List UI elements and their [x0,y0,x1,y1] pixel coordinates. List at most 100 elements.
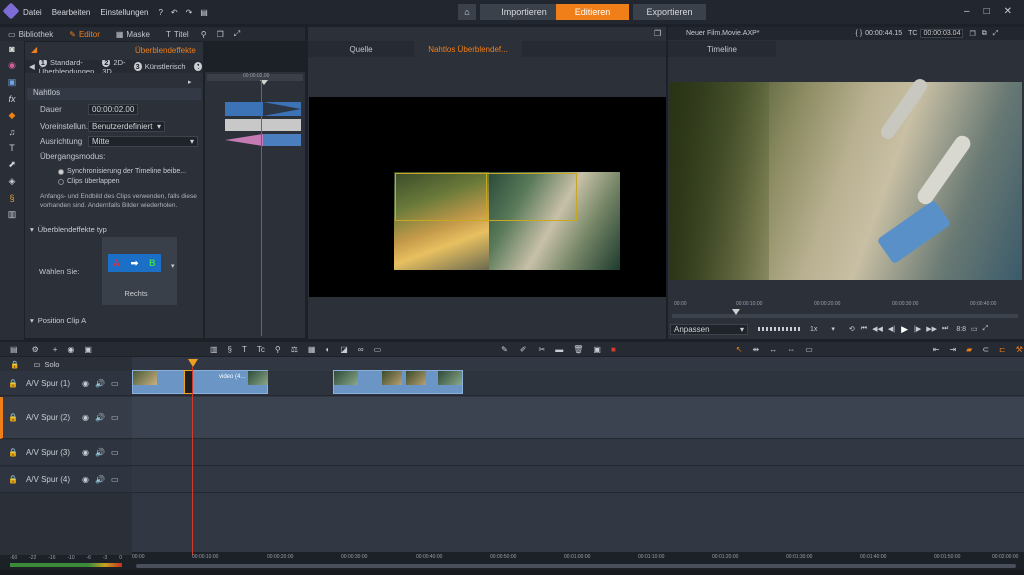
menu-settings[interactable]: Einstellungen [100,8,148,17]
menu-file[interactable]: Datei [23,8,42,17]
hammer-icon[interactable]: ⚒ [1016,345,1023,354]
lock-icon[interactable]: 🔒 [8,413,18,422]
add-track-icon[interactable]: + [53,345,58,354]
mode-option-overlap[interactable]: Clips überlappen [58,178,120,185]
align-select[interactable]: Mitte ▾ [88,136,198,147]
media-icon[interactable]: ◙ [9,44,14,54]
timeline-scrollbar[interactable] [136,564,1016,568]
snap-icon[interactable]: ▣ [593,345,601,354]
mode-option-sync[interactable]: Synchronisierung der Timeline beibe... [58,168,186,175]
step-back-icon[interactable]: ◀◀ [872,325,883,333]
pen-tool-icon[interactable]: ✎ [501,345,508,354]
clip-video-1[interactable] [132,370,192,394]
center-float-icon[interactable]: ❐ [654,29,661,38]
visible-icon[interactable]: ◉ [82,448,89,457]
ripple-icon[interactable]: ⇹ [753,345,760,354]
player-scrubber[interactable] [672,314,1018,318]
pencil-icon[interactable]: ✐ [520,345,527,354]
solo-icon[interactable]: ▭ [33,360,40,369]
clip-video-3[interactable] [333,370,463,394]
tab-library[interactable]: ▭ Bibliothek [0,27,61,41]
text-icon[interactable]: T [9,143,15,153]
import-button[interactable]: Importieren [480,4,568,20]
tc-field[interactable]: 00:00:03.04 [920,29,964,38]
slip-icon[interactable]: ↔ [769,345,777,354]
track-header-3[interactable]: 🔒 A/V Spur (3) ◉ 🔊 ▭ [0,440,132,466]
pin-icon[interactable]: ⚲ [201,30,207,39]
step-forward-icon[interactable]: ▶▶ [926,325,937,333]
marker-red-icon[interactable]: ■ [611,345,616,354]
float-icon[interactable]: ❐ [969,30,975,38]
grid-icon[interactable]: ▦ [308,345,316,354]
keyframe-playhead[interactable] [261,80,262,336]
keyframe-bar-preset[interactable] [225,119,301,131]
speaker-icon[interactable]: 🔊 [95,413,105,422]
marker-icon[interactable]: ◪ [340,345,348,354]
category-2[interactable]: 2 2D-3D [102,60,126,73]
maximize-icon[interactable]: □ [984,6,990,17]
filmstrip-icon[interactable]: ▥ [8,209,17,220]
speed-value[interactable]: 1x [810,326,817,333]
position-section-header[interactable]: ▾ Position Clip A [30,316,86,325]
audio-effect-icon[interactable]: § [228,345,232,354]
color-correct-icon[interactable]: ◐ [325,345,330,354]
lock-icon[interactable]: 🔒 [8,448,18,457]
caption-icon[interactable]: ▭ [374,345,382,354]
zoom-fit-icon[interactable]: ⇤ [933,345,940,354]
type-section-header[interactable]: ▾ Überblendeffekte typ [30,225,107,234]
mic-icon[interactable]: ⚲ [275,345,281,354]
keyframe-scroll-icon[interactable]: ▸ [188,78,192,86]
fit-select[interactable]: Anpassen ▾ [670,323,748,335]
help-icon[interactable]: ? [158,8,162,17]
monitor-icon[interactable]: ▭ [111,413,119,422]
minimize-icon[interactable]: – [964,6,970,17]
expand-icon[interactable]: ⤢ [234,29,240,39]
visible-icon[interactable]: ◉ [82,413,89,422]
redo-icon[interactable]: ↷ [186,8,193,17]
razor-icon[interactable]: ✂ [539,345,546,354]
tab-source[interactable]: Quelle [308,41,414,57]
category-next-icon[interactable]: ▶ [195,62,201,71]
category-prev-icon[interactable]: ◀ [25,62,39,71]
menu-edit[interactable]: Bearbeiten [52,8,91,17]
text-tool-icon[interactable]: Tc [257,345,265,354]
frame-forward-icon[interactable]: |▶ [914,325,921,333]
clip-video-2[interactable]: video (4... [192,370,268,394]
color-icon[interactable]: ◉ [8,60,16,71]
music-icon[interactable]: ♫ [9,127,16,137]
close-icon[interactable]: ✕ [1004,6,1012,17]
clip-tool-icon[interactable]: ▬ [555,345,563,354]
keyframe-bar-align[interactable] [263,134,301,146]
magnet-icon[interactable]: ⊂ [982,345,989,354]
fx-icon[interactable]: fx [8,94,15,104]
visible-icon[interactable]: ◉ [82,379,89,388]
audio-icon[interactable]: § [9,193,14,203]
trash-icon[interactable]: 🗑 [573,345,583,354]
expand-icon[interactable]: ⤢ [983,325,989,333]
duration-field[interactable]: 00:00:02.00 [88,104,138,115]
chevron-down-icon[interactable]: ▾ [171,262,175,270]
title-tool-icon[interactable]: T [242,345,247,354]
undo-icon[interactable]: ↶ [171,8,178,17]
direction-selector[interactable]: A ➡ B Rechts ▾ [102,237,177,305]
tab-editor[interactable]: ✎ Editor [61,27,108,41]
track-header-4[interactable]: 🔒 A/V Spur (4) ◉ 🔊 ▭ [0,467,132,493]
tab-title[interactable]: T Titel [158,27,197,41]
frame-back-icon[interactable]: ◀| [888,325,895,333]
scrubber-handle[interactable] [732,309,740,315]
storyboard-icon[interactable]: ▤ [10,345,18,354]
export-button[interactable]: Exportieren [633,4,706,20]
visible-icon[interactable]: ◉ [82,475,89,484]
category-3[interactable]: 3 Künstlerisch [133,62,186,71]
layers-icon[interactable]: ◈ [9,176,16,187]
lock-icon[interactable]: 🔒 [10,360,19,369]
skip-start-icon[interactable]: ⏮ [861,325,867,333]
timeline-playhead[interactable] [192,367,193,555]
link-icon[interactable]: ∞ [358,345,364,354]
skip-end-icon[interactable]: ⏭ [942,325,948,333]
overwrite-icon[interactable]: ⇥ [949,345,956,354]
chevron-down-icon[interactable]: ▾ [831,325,835,333]
timeline-playhead-marker[interactable] [188,359,198,367]
tab-timeline[interactable]: Timeline [668,41,776,57]
snapshot-icon[interactable]: ▣ [84,345,92,354]
